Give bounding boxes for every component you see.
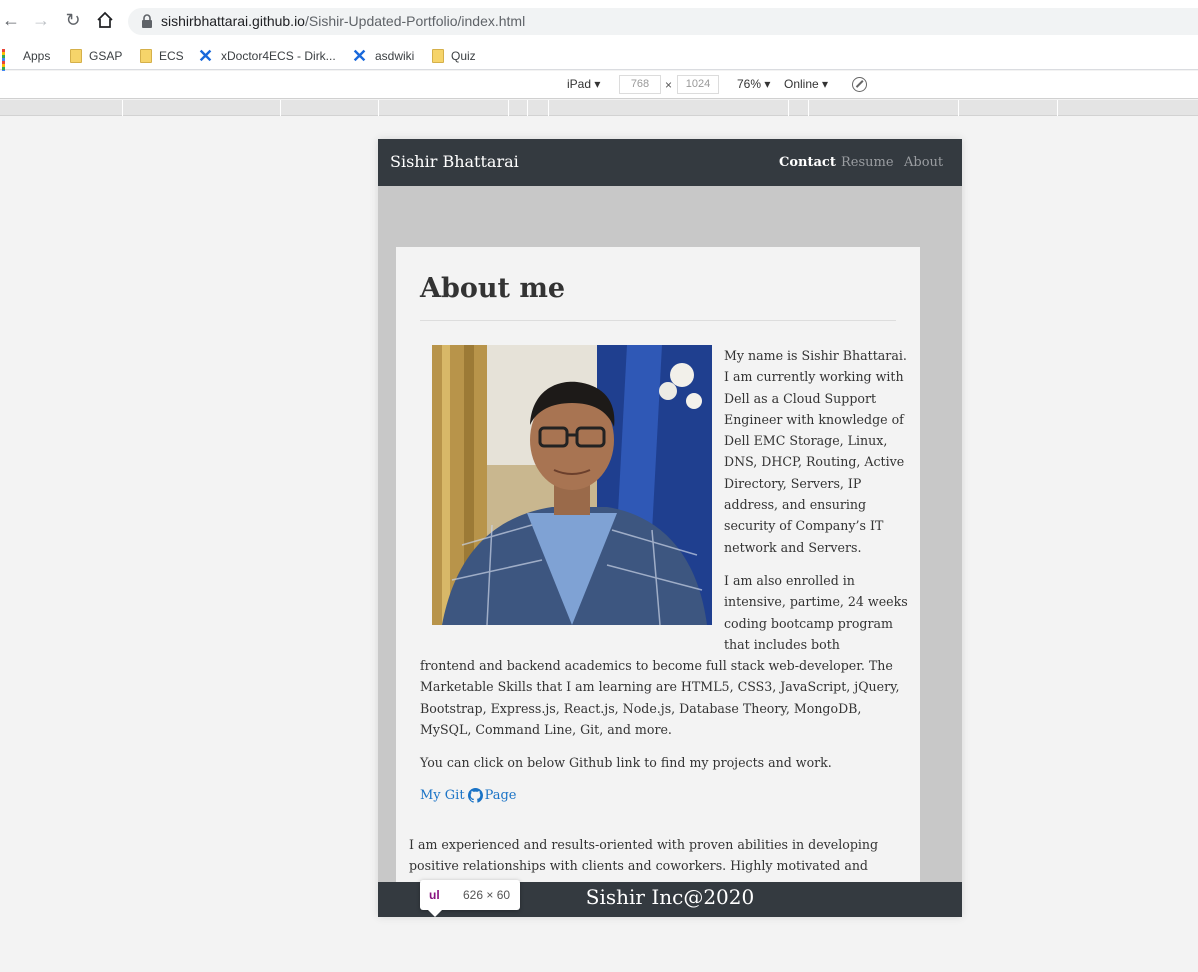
address-bar[interactable]: sishirbhattarai.github.io/Sishir-Updated…	[128, 8, 1198, 35]
page-title: About me	[420, 273, 566, 304]
github-link-text-post: Page	[484, 788, 517, 803]
url-host: sishirbhattarai.github.io	[161, 13, 305, 29]
nav-about[interactable]: About	[904, 155, 943, 170]
bookmark-asdwiki[interactable]: ✕ asdwiki	[352, 46, 414, 66]
url-path: /Sishir-Updated-Portfolio/index.html	[304, 13, 526, 29]
tooltip-tag-name: ul	[429, 888, 440, 902]
about-paragraph-2-cont: frontend and backend academics to become…	[420, 658, 900, 737]
about-paragraph-2-wrap: I am also enrolled in intensive, partime…	[724, 573, 908, 652]
dropdown-caret-icon: ▾	[594, 77, 601, 91]
bookmark-label: Quiz	[451, 49, 476, 63]
bookmark-label: xDoctor4ECS - Dirk...	[221, 49, 336, 63]
divider	[420, 320, 896, 321]
confluence-icon: ✕	[352, 46, 368, 66]
about-paragraph-1: My name is Sishir Bhattarai. I am curren…	[724, 348, 907, 555]
bookmark-apps[interactable]: Apps	[2, 46, 51, 76]
forward-arrow-icon[interactable]: →	[30, 9, 52, 31]
back-arrow-icon[interactable]: ←	[0, 9, 22, 31]
network-select-label: Online	[784, 77, 819, 91]
bookmark-xdoctor[interactable]: ✕ xDoctor4ECS - Dirk...	[198, 46, 336, 66]
url-text: sishirbhattarai.github.io/Sishir-Updated…	[161, 13, 525, 29]
bookmark-quiz[interactable]: Quiz	[432, 46, 476, 66]
bookmark-label: Apps	[23, 49, 51, 63]
bookmark-ecs[interactable]: ECS	[140, 46, 184, 66]
folder-icon	[70, 49, 82, 63]
folder-icon	[432, 49, 444, 63]
bookmark-label: ECS	[159, 49, 184, 63]
folder-icon	[140, 49, 152, 63]
reload-icon[interactable]: ↻	[62, 9, 84, 31]
lock-icon	[142, 14, 152, 28]
dropdown-caret-icon: ▾	[764, 77, 771, 91]
device-toolbar: iPad ▾ 768 × 1024 76% ▾ Online ▾	[0, 71, 1198, 99]
device-select-label: iPad	[567, 77, 592, 91]
browser-toolbar: ← → ↻ sishirbhattarai.github.io/Sishir-U…	[0, 0, 1198, 42]
site-brand[interactable]: Sishir Bhattarai	[390, 152, 519, 171]
bookmark-label: asdwiki	[375, 49, 415, 63]
dropdown-caret-icon: ▾	[822, 77, 829, 91]
about-card: About me My name is Sishir Bhattarai. I …	[396, 247, 920, 917]
profile-photo	[432, 345, 712, 625]
element-inspector-tooltip: ul 626 × 60	[420, 880, 520, 917]
bookmarks-bar: Apps GSAP ECS ✕ xDoctor4ECS - Dirk... ✕ …	[0, 42, 1198, 76]
bookmark-gsap[interactable]: GSAP	[70, 46, 122, 66]
height-input[interactable]: 1024	[677, 75, 719, 94]
device-viewport: Sishir Bhattarai Contact Resume About Ab…	[378, 139, 962, 917]
tooltip-size: 626 × 60	[463, 888, 511, 902]
rotate-icon[interactable]	[852, 77, 867, 92]
nav-contact[interactable]: Contact	[779, 155, 836, 170]
zoom-select[interactable]: 76% ▾	[737, 77, 770, 91]
bookmark-label: GSAP	[89, 49, 123, 63]
media-query-ruler[interactable]	[0, 100, 1198, 116]
site-navbar: Sishir Bhattarai Contact Resume About	[378, 139, 962, 186]
nav-resume[interactable]: Resume	[841, 155, 894, 170]
github-link-text-pre: My Git	[420, 788, 465, 803]
network-throttle-select[interactable]: Online ▾	[784, 77, 828, 91]
github-icon	[467, 788, 483, 803]
device-select[interactable]: iPad ▾	[567, 77, 600, 91]
width-input[interactable]: 768	[619, 75, 661, 94]
home-icon[interactable]	[94, 9, 116, 31]
github-intro-text: You can click on below Github link to fi…	[420, 755, 832, 770]
apps-grid-icon	[2, 49, 16, 76]
zoom-select-label: 76%	[737, 77, 762, 91]
confluence-icon: ✕	[198, 46, 214, 66]
github-link[interactable]: My Git Page	[420, 788, 517, 803]
dimension-separator: ×	[665, 78, 673, 92]
